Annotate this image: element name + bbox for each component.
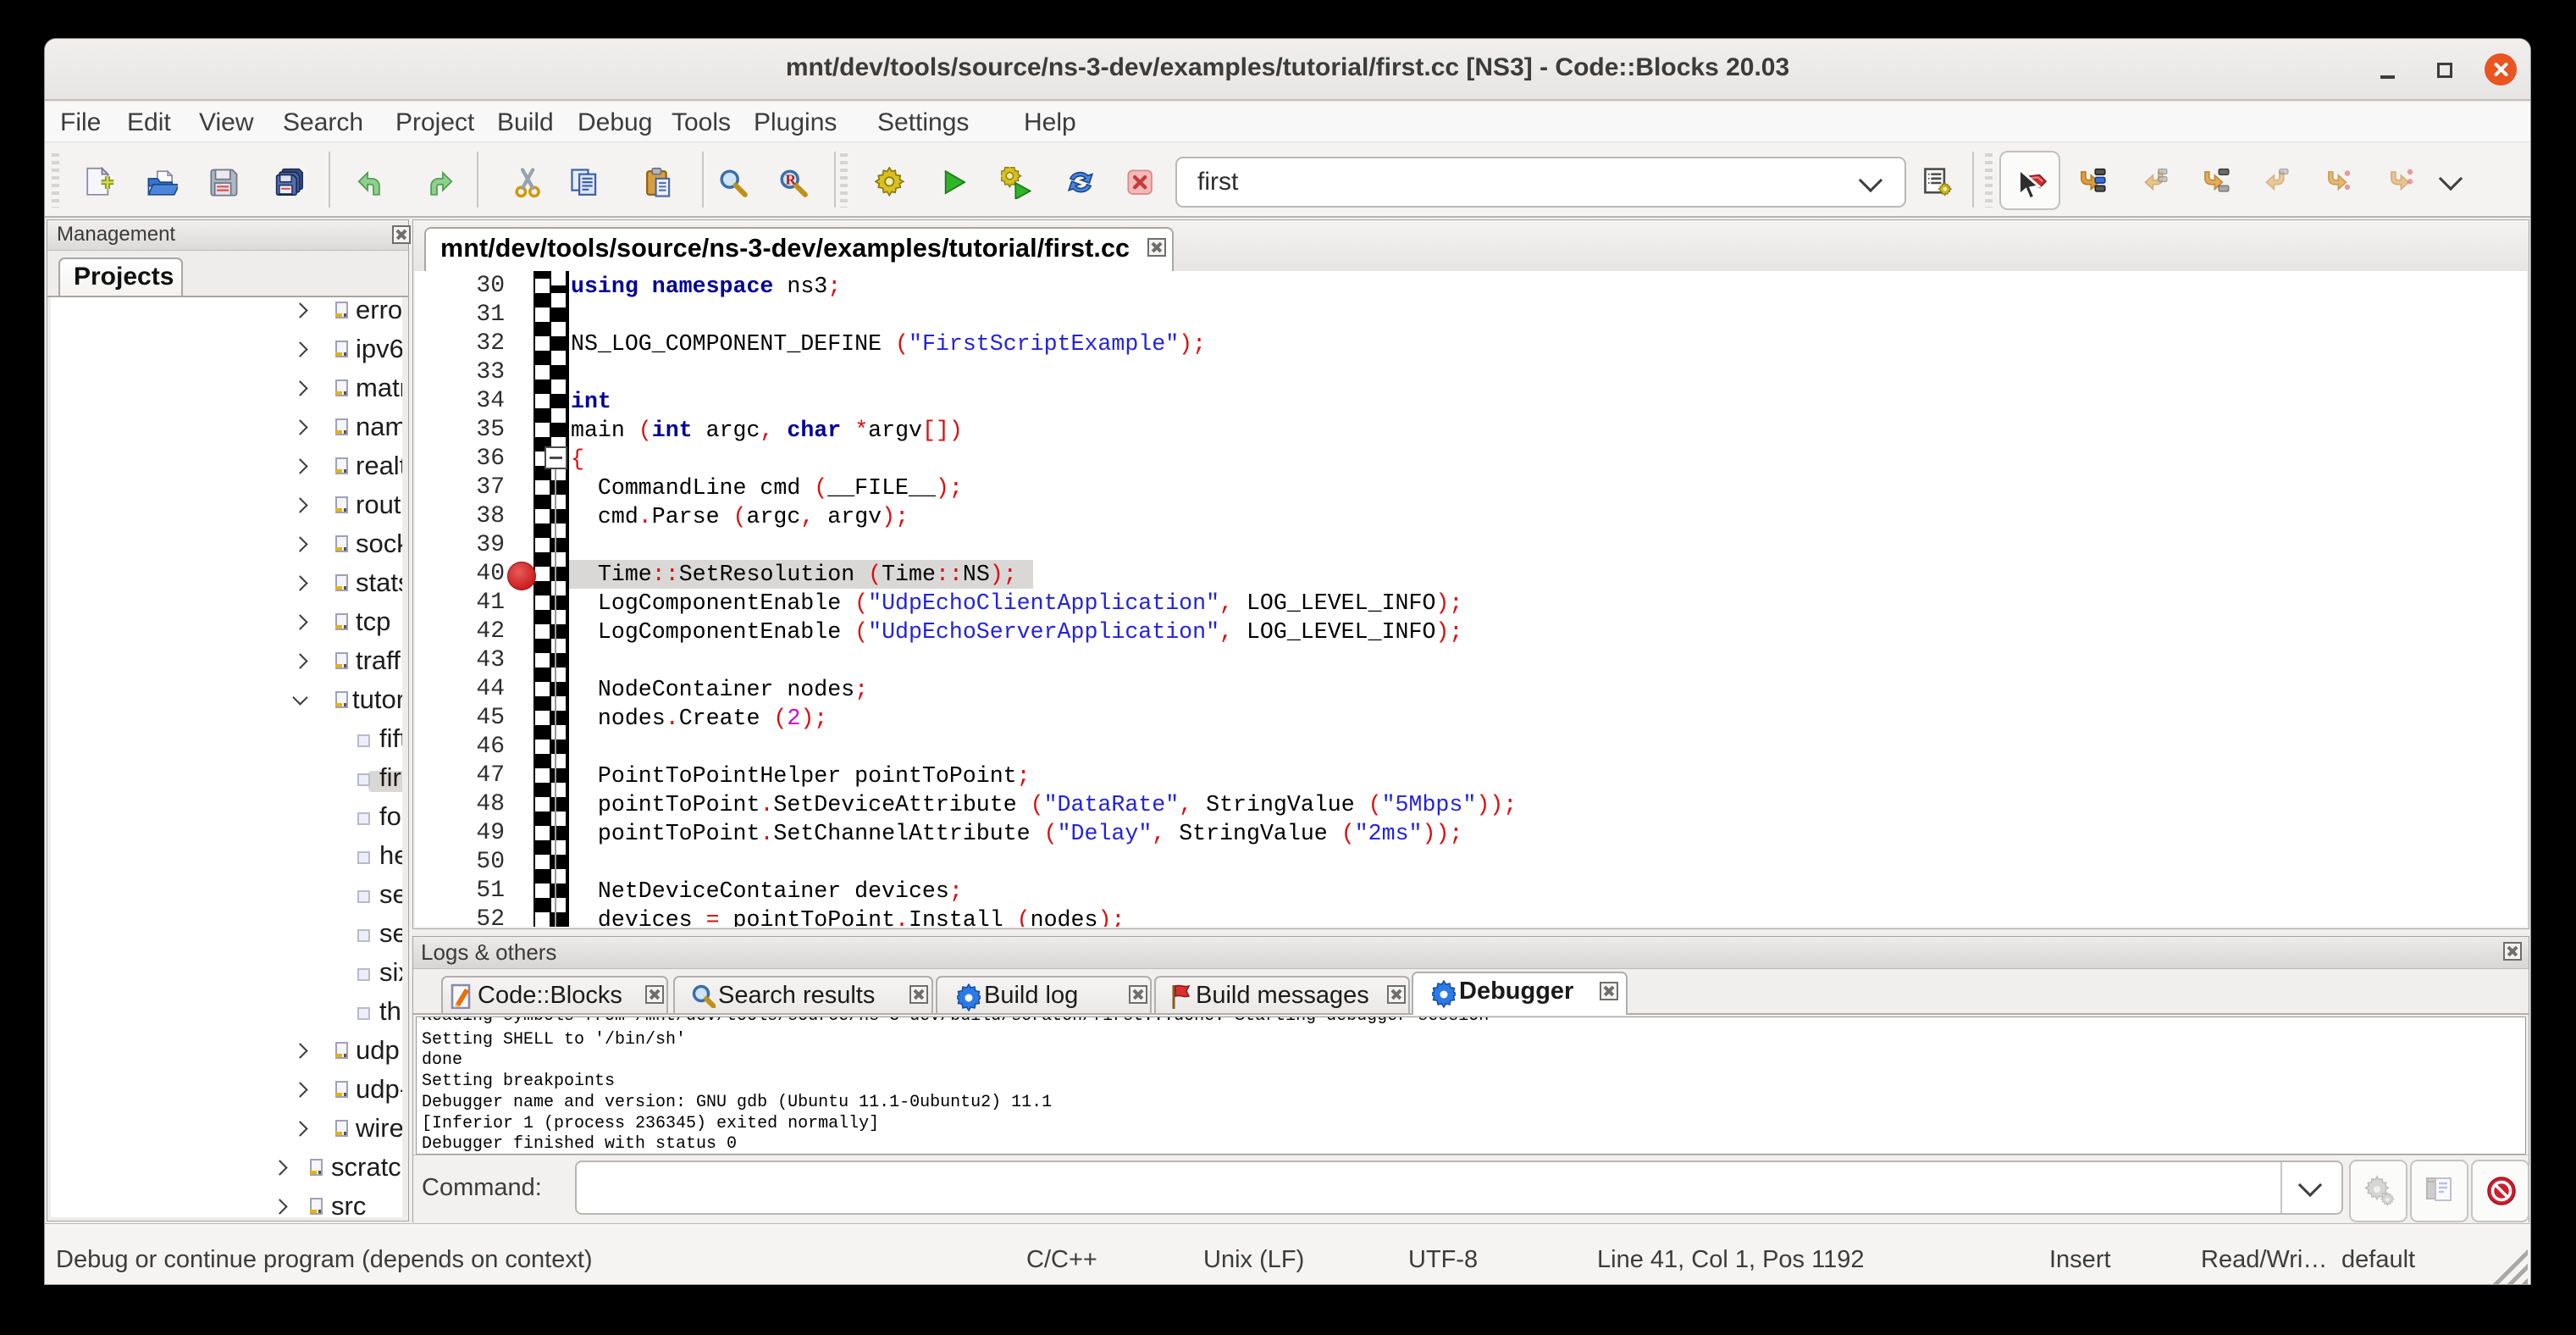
svg-text:R: R	[786, 172, 797, 188]
